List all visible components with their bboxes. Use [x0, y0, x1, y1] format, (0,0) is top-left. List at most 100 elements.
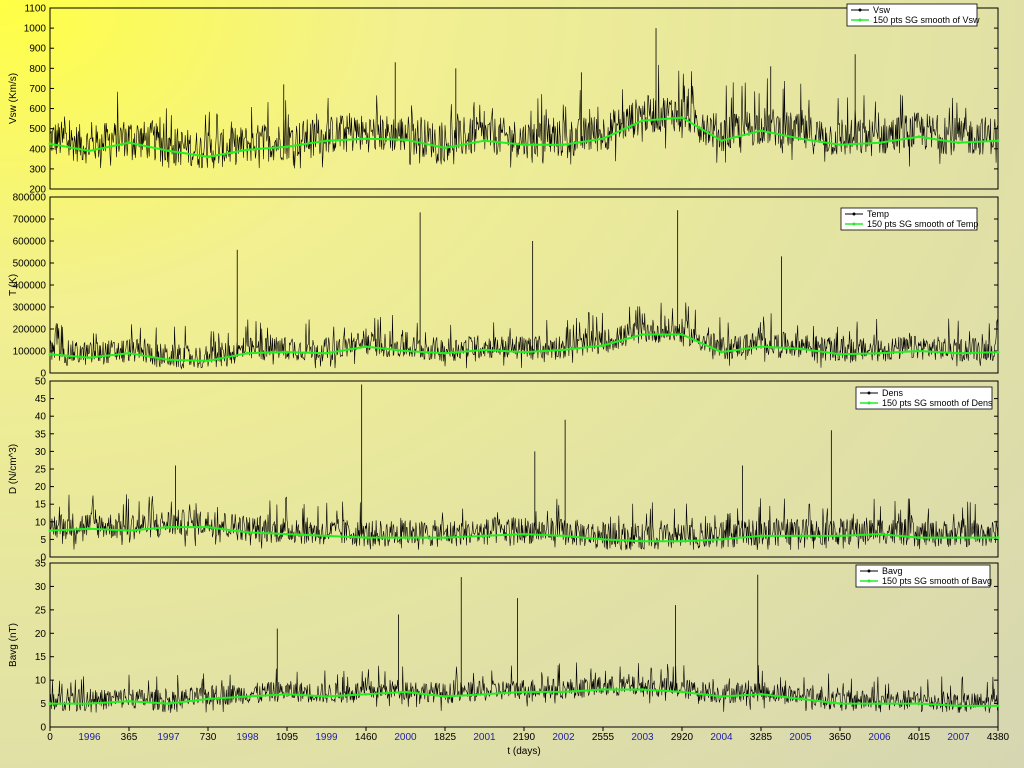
- y-tick-label: 10: [35, 676, 47, 687]
- smooth-point: [877, 141, 881, 145]
- smooth-point: [719, 695, 723, 698]
- panels-layer: 20030040050060070080090010001100Vsw (Km/…: [8, 3, 1000, 734]
- year-label: 2004: [710, 732, 733, 743]
- y-axis-label: D (N/cm^3): [8, 444, 19, 494]
- smooth-point: [48, 529, 52, 532]
- smooth-point: [48, 352, 52, 356]
- y-tick-label: 30: [35, 447, 47, 458]
- smooth-point: [324, 351, 328, 355]
- y-tick-label: 500: [29, 124, 46, 135]
- y-tick-label: 5: [40, 535, 46, 546]
- year-label: 1996: [78, 732, 101, 743]
- smooth-point: [443, 536, 447, 540]
- smooth-point: [719, 538, 723, 541]
- y-axis-label: T (K): [8, 274, 19, 296]
- legend-marker-raw: [867, 391, 871, 395]
- smooth-point: [680, 333, 684, 336]
- smooth-point: [719, 139, 723, 143]
- smooth-point: [759, 345, 763, 348]
- y-tick-label: 200000: [13, 325, 47, 336]
- legend-label: Vsw: [873, 5, 891, 15]
- smooth-point: [561, 534, 565, 538]
- legend-marker-smooth: [867, 579, 871, 583]
- smooth-point: [364, 692, 368, 696]
- y-tick-label: 10: [35, 517, 47, 528]
- y-tick-label: 100000: [13, 347, 47, 358]
- smooth-point: [680, 690, 684, 694]
- year-label: 2007: [947, 732, 970, 743]
- legend-label: 150 pts SG smooth of Temp: [867, 219, 978, 229]
- smooth-point: [285, 350, 289, 354]
- smooth-point: [206, 525, 210, 529]
- smooth-point: [522, 532, 526, 536]
- y-tick-label: 20: [35, 482, 47, 493]
- x-tick-label: 4380: [987, 732, 1010, 743]
- smooth-point: [956, 536, 960, 540]
- smooth-point: [680, 116, 684, 120]
- year-label: 2002: [552, 732, 575, 743]
- smooth-point: [640, 119, 644, 123]
- smooth-point: [166, 149, 170, 153]
- legend-label: Bavg: [882, 566, 903, 576]
- smooth-point: [48, 142, 52, 146]
- y-tick-label: 35: [35, 559, 47, 570]
- x-tick-label: 1460: [355, 732, 378, 743]
- smooth-point: [877, 351, 881, 355]
- smooth-point: [838, 352, 842, 356]
- smooth-point: [403, 536, 407, 540]
- smooth-point: [601, 344, 605, 347]
- legend-label: 150 pts SG smooth of Bavg: [882, 576, 992, 586]
- smooth-point: [127, 351, 131, 355]
- smooth-point: [759, 129, 763, 133]
- y-tick-label: 1000: [24, 24, 47, 35]
- y-tick-label: 600000: [13, 237, 47, 248]
- legend: Vsw150 pts SG smooth of Vsw: [846, 3, 980, 27]
- smooth-point: [443, 695, 447, 698]
- smooth-point: [680, 539, 684, 543]
- smooth-point: [364, 536, 368, 540]
- smooth-point: [403, 349, 407, 353]
- x-tick-label: 1825: [434, 732, 457, 743]
- smooth-point: [996, 350, 1000, 354]
- legend-marker-raw: [867, 569, 871, 573]
- smooth-point: [166, 525, 170, 529]
- smooth-point: [996, 704, 1000, 708]
- smooth-point: [917, 135, 921, 139]
- y-tick-label: 30: [35, 582, 47, 593]
- smooth-point: [561, 143, 565, 147]
- smooth-point: [206, 359, 210, 363]
- smooth-point: [917, 349, 921, 353]
- smooth-point: [877, 532, 881, 536]
- smooth-point: [403, 690, 407, 694]
- legend-label: Temp: [867, 209, 889, 219]
- smooth-point: [601, 688, 605, 691]
- x-tick-label: 2920: [671, 732, 694, 743]
- smooth-point: [324, 695, 328, 698]
- smooth-point: [640, 333, 644, 336]
- x-tick-label: 4015: [908, 732, 931, 743]
- x-tick-label: 0: [47, 732, 53, 743]
- legend: Temp150 pts SG smooth of Temp: [840, 207, 978, 231]
- legend-label: 150 pts SG smooth of Dens: [882, 398, 993, 408]
- y-tick-label: 5: [40, 699, 46, 710]
- smooth-point: [443, 146, 447, 150]
- smooth-point: [522, 350, 526, 354]
- year-label: 1997: [157, 732, 180, 743]
- legend: Bavg150 pts SG smooth of Bavg: [855, 564, 992, 588]
- y-tick-label: 1100: [24, 4, 46, 15]
- smooth-point: [285, 145, 289, 149]
- solar-wind-chart: 20030040050060070080090010001100Vsw (Km/…: [8, 3, 1010, 758]
- x-axis: 0 365 730 1095 1460 1825 2190 2555 2920 3285 3650 4…: [47, 727, 1010, 757]
- panel-4: 0 5 10 15 20 25 30 35 Bavg (nT) Bavg150 pts SG sm…: [8, 559, 1000, 734]
- panel-1: 20030040050060070080090010001100Vsw (Km/…: [8, 3, 1000, 196]
- smooth-point: [482, 139, 486, 143]
- raw-series-line: [49, 64, 999, 169]
- legend-marker-raw: [852, 212, 856, 216]
- smooth-point: [166, 702, 170, 705]
- smooth-point: [798, 534, 802, 538]
- plot-frame: [49, 7, 999, 190]
- year-label: 2001: [473, 732, 496, 743]
- smooth-point: [917, 536, 921, 540]
- smooth-point: [561, 348, 565, 352]
- year-label: 2005: [789, 732, 812, 743]
